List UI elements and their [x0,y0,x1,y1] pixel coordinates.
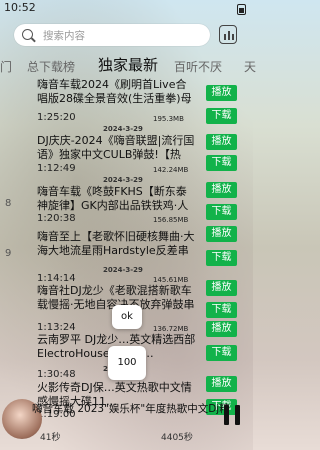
tab-partial-left[interactable]: 门 [0,58,12,75]
download-button[interactable]: 下载 [206,250,237,266]
song-row[interactable]: 嗨音车载2024《刷明首Live合唱版28碟全景音效(生活重拳)母带... 1:… [0,76,253,124]
download-button[interactable]: 下载 [206,108,237,124]
song-title: DJ庆庆-2024《嗨音联盟|流行国语》独家中文CULB弹鼓!【热播... [37,134,195,161]
search-bar[interactable]: 搜索内容 [14,24,210,46]
download-button[interactable]: 下载 [206,345,237,361]
now-playing-bar[interactable]: 嗨音车载 2023"娱乐杯"年度热歌中文Dj精选 41秒 4405秒 [0,395,253,450]
count-popup[interactable]: 100 [108,346,146,380]
download-button[interactable]: 下载 [206,302,237,318]
play-button[interactable]: 播放 [206,85,237,101]
clock: 10:52 [4,1,36,14]
song-duration: 1:20:38 [37,213,76,224]
song-number: 9 [5,248,12,259]
song-row[interactable]: 8 2024-3-29 嗨音车载《咚鼓FKHS【断东泰神旋律】GK内部出品铁铁鸡… [0,174,253,224]
song-date: 2024-3-29 [103,266,143,274]
song-row[interactable]: 2024-3-29 DJ庆庆-2024《嗨音联盟|流行国语》独家中文CULB弹鼓… [0,125,253,174]
song-number: 8 [5,198,12,209]
song-duration: 1:14:14 [37,273,76,284]
download-button[interactable]: 下载 [206,204,237,220]
now-playing-title: 嗨音车载 2023"娱乐杯"年度热歌中文Dj精选 [32,403,230,415]
song-size: 136.72MB [153,325,189,333]
song-date: 2024-3-29 [103,176,143,184]
song-duration: 1:12:49 [37,163,76,174]
song-title: 嗨音至上【老歌怀旧硬核舞曲·大海大地流星雨Hardstyle反差串烧... [37,230,195,257]
song-duration: 1:25:20 [37,112,76,123]
song-duration: 1:30:48 [37,369,76,380]
total-time: 4405秒 [161,433,193,443]
song-title: 嗨音车载2024《刷明首Live合唱版28碟全景音效(生活重拳)母带... [37,78,192,105]
play-button[interactable]: 播放 [206,226,237,242]
category-tabs: 门 总下载榜 独家最新 百听不厌 天 [0,54,256,76]
song-size: 195.3MB [153,115,184,123]
song-date: 2024-3-29 [103,125,143,133]
current-time: 41秒 [40,433,61,443]
tab-partial-right[interactable]: 天 [244,58,256,75]
ok-popup[interactable]: ok [112,305,142,329]
tab-download-rank[interactable]: 总下载榜 [27,58,75,75]
play-button[interactable]: 播放 [206,321,237,337]
play-button[interactable]: 播放 [206,280,237,296]
song-title: 嗨音车载《咚鼓FKHS【断东泰神旋律】GK内部出品铁铁鸡·人妖打... [37,185,189,212]
search-placeholder: 搜索内容 [43,30,85,42]
battery-icon [237,4,246,15]
menu-icon[interactable] [219,25,237,44]
tab-never-tired[interactable]: 百听不厌 [174,58,222,75]
song-size: 142.24MB [153,166,189,174]
play-button[interactable]: 播放 [206,376,237,392]
play-button[interactable]: 播放 [206,182,237,198]
song-duration: 1:13:24 [37,322,76,333]
status-bar: 10:52 [0,0,253,18]
search-icon [22,29,33,40]
pause-icon[interactable] [222,405,242,425]
download-button[interactable]: 下载 [206,155,237,171]
play-button[interactable]: 播放 [206,134,237,150]
tab-exclusive-latest[interactable]: 独家最新 [98,54,158,75]
song-size: 145.61MB [153,276,189,284]
song-size: 156.85MB [153,216,189,224]
